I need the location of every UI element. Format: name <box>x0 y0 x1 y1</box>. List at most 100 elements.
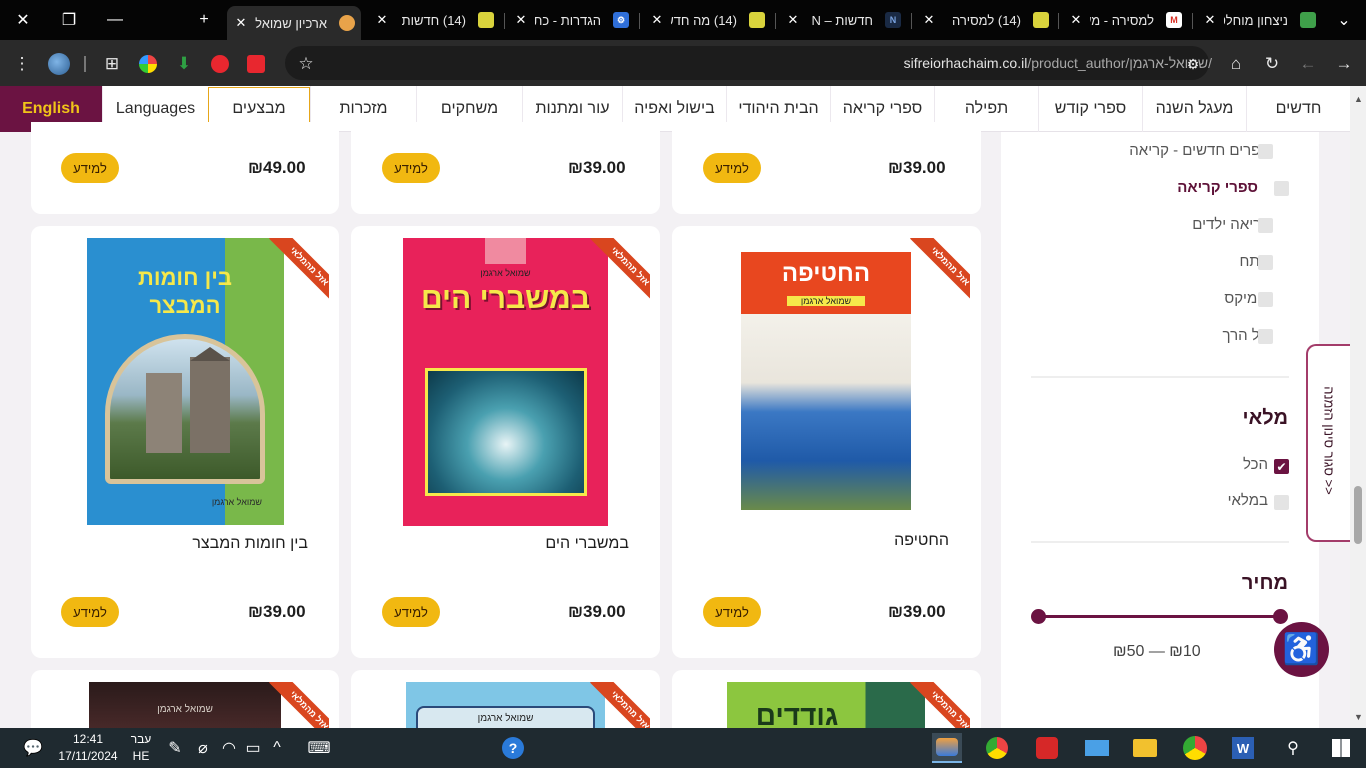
word-icon[interactable]: W <box>1228 733 1258 763</box>
book-cover-image[interactable]: החטיפה שמואל ארגמן <box>741 252 911 510</box>
color-extension-icon[interactable] <box>134 50 162 78</box>
pdf-extension-icon[interactable] <box>242 50 270 78</box>
book-cover-image[interactable]: שמואל ארגמן <box>89 682 281 728</box>
home-icon[interactable]: ⌂ <box>1222 50 1250 78</box>
new-tab-button[interactable]: + <box>182 0 226 40</box>
tab[interactable]: M למסירה - מע ✕ <box>1062 6 1188 34</box>
taskbar-app-chrome-profile[interactable] <box>982 733 1012 763</box>
close-filter-tab[interactable]: << סגור סינון הזמנה <box>1306 344 1350 542</box>
out-of-stock-ribbon: אזל מהמלאי <box>588 682 650 728</box>
forward-icon[interactable]: ← <box>1294 50 1322 78</box>
book-cover-image[interactable]: שמואל ארגמן <box>406 682 605 728</box>
tab-title: ניצחון מוחלט <box>1224 12 1288 28</box>
close-tab-icon[interactable]: ✕ <box>1068 12 1084 28</box>
download-extension-icon[interactable]: ⬇ <box>170 50 198 78</box>
nav-item-new[interactable]: חדשים <box>1246 86 1350 132</box>
chevron-up-icon[interactable]: ^ <box>262 733 292 763</box>
book-cover-image[interactable]: גודדים <box>727 682 925 728</box>
clock[interactable]: 12:41 17/11/2024 <box>56 731 120 765</box>
url-domain: sifreiorhachaim.co.il <box>903 55 1028 71</box>
tab-separator <box>775 13 776 29</box>
divider <box>1031 541 1289 543</box>
tab[interactable]: (14) מה חדש ✕ <box>643 6 771 34</box>
stock-option-in-stock[interactable]: במלאי <box>1228 492 1268 509</box>
url-text[interactable]: sifreiorhachaim.co.il/product_author/שמו… <box>904 55 1212 71</box>
tab-active[interactable]: ארכיון שמואל ✕ <box>227 6 361 40</box>
close-tab-icon[interactable]: ✕ <box>513 12 529 28</box>
info-button[interactable]: למידע <box>703 153 761 183</box>
stock-checkbox-checked[interactable]: ✔ <box>1274 459 1289 474</box>
close-tab-icon[interactable]: ✕ <box>374 12 390 28</box>
reload-icon[interactable]: ↻ <box>1258 50 1286 78</box>
nav-item-holy-books[interactable]: ספרי קודש <box>1038 86 1142 132</box>
product-title[interactable]: בין חומות המבצר <box>192 535 308 553</box>
price-slider-min-handle[interactable] <box>1031 609 1046 624</box>
close-tab-icon[interactable]: ✕ <box>1202 12 1218 28</box>
stock-checkbox[interactable] <box>1274 495 1289 510</box>
close-icon: ✕ <box>16 12 30 29</box>
taskbar-app-download[interactable] <box>1032 733 1062 763</box>
search-icon[interactable]: ⚲ <box>1278 733 1308 763</box>
tab-title: (14) למסירה <box>951 12 1021 28</box>
tab-search-button[interactable]: ⌄ <box>1322 0 1366 40</box>
site-info-icon[interactable]: ⚙ <box>1179 50 1207 78</box>
category-checkbox[interactable] <box>1274 181 1289 196</box>
red-extension-icon[interactable] <box>206 50 234 78</box>
extensions-icon[interactable]: ⊞ <box>98 50 126 78</box>
category-checkbox[interactable] <box>1258 329 1273 344</box>
pen-icon[interactable]: ✎ <box>160 733 190 763</box>
tab[interactable]: N חדשות – N ✕ <box>779 6 907 34</box>
close-tab-icon[interactable]: ✕ <box>921 12 937 28</box>
tab[interactable]: ניצחון מוחלט ✕ <box>1196 6 1322 34</box>
close-tab-icon[interactable]: ✕ <box>785 12 801 28</box>
app-favicon-icon <box>1300 12 1316 28</box>
minimize-window-button[interactable]: — <box>92 0 138 40</box>
tab[interactable]: ⚙ הגדרות - כת ✕ <box>507 6 635 34</box>
category-new-reading[interactable]: ספרים חדשים - קריאה <box>1129 142 1270 159</box>
profile-avatar[interactable] <box>45 50 73 78</box>
help-icon[interactable]: ? <box>498 733 528 763</box>
close-tab-icon[interactable]: ✕ <box>649 12 665 28</box>
price-slider-max-handle[interactable] <box>1273 609 1288 624</box>
menu-icon[interactable]: ⋮ <box>8 50 36 78</box>
stock-option-all[interactable]: הכל <box>1243 456 1268 473</box>
page-scrollbar[interactable]: ▲ ▼ <box>1350 86 1366 728</box>
info-button[interactable]: למידע <box>382 153 440 183</box>
close-tab-icon[interactable]: ✕ <box>233 15 249 31</box>
back-icon[interactable]: → <box>1330 50 1358 78</box>
nav-item-year-cycle[interactable]: מעגל השנה <box>1142 86 1246 132</box>
product-title[interactable]: במשברי הים <box>545 535 629 553</box>
info-button[interactable]: למידע <box>703 597 761 627</box>
book-cover-image[interactable]: שמואל ארגמן במשברי הים <box>403 238 608 526</box>
restore-window-button[interactable]: ❐ <box>46 0 92 40</box>
clock-time: 12:41 <box>72 732 104 746</box>
category-reading-books[interactable]: ספרי קריאה <box>1177 179 1258 196</box>
notification-icon[interactable]: 💬 <box>18 733 48 763</box>
category-checkbox[interactable] <box>1258 144 1273 159</box>
accessibility-icon[interactable]: ♿ <box>1274 622 1329 677</box>
price-slider-track[interactable] <box>1038 615 1281 618</box>
language-indicator[interactable]: עבר HE <box>124 731 158 765</box>
info-button[interactable]: למידע <box>382 597 440 627</box>
taskbar-app-computer[interactable] <box>1082 733 1112 763</box>
category-checkbox[interactable] <box>1258 218 1273 233</box>
keyboard-icon[interactable]: ⌨ <box>304 733 334 763</box>
tab[interactable]: (14) למסירה ✕ <box>915 6 1055 34</box>
info-button[interactable]: למידע <box>61 153 119 183</box>
category-checkbox[interactable] <box>1258 292 1273 307</box>
close-window-button[interactable]: ✕ <box>0 0 46 40</box>
windows-start-icon[interactable] <box>1326 733 1356 763</box>
info-button[interactable]: למידע <box>61 597 119 627</box>
scrollbar-thumb[interactable] <box>1354 486 1362 544</box>
bookmark-star-icon[interactable]: ☆ <box>292 50 320 78</box>
file-explorer-icon[interactable] <box>1130 733 1160 763</box>
product-title[interactable]: החטיפה <box>894 532 949 550</box>
tab[interactable]: (14) חדשות ✕ <box>368 6 500 34</box>
cover-author: שמואל ארגמן <box>211 497 262 507</box>
scroll-down-icon[interactable]: ▼ <box>1354 712 1363 722</box>
taskbar-app-active[interactable] <box>932 733 962 763</box>
scroll-up-icon[interactable]: ▲ <box>1354 94 1363 104</box>
category-checkbox[interactable] <box>1258 255 1273 270</box>
chrome-icon[interactable] <box>1180 733 1210 763</box>
book-cover-image[interactable]: בין חומות המבצר שמואל ארגמן <box>87 238 284 525</box>
